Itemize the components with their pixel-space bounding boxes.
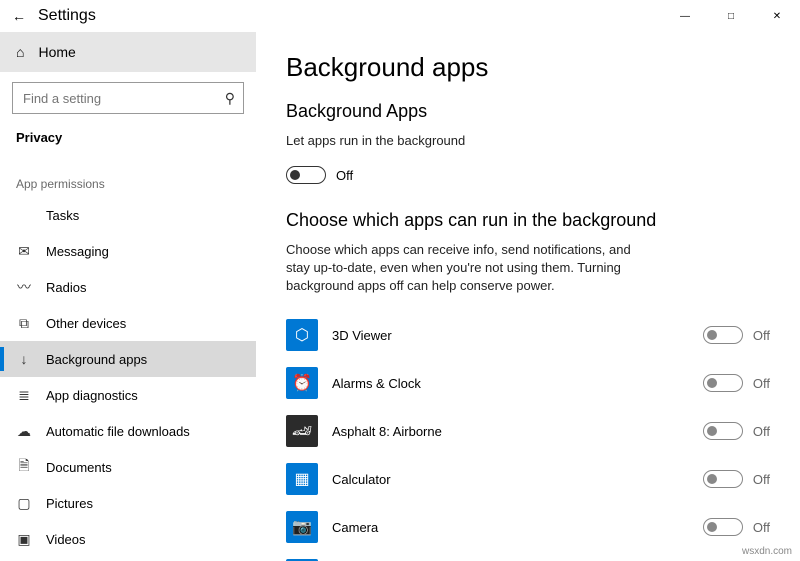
- section1-title: Background Apps: [286, 101, 770, 122]
- sidebar-item-label: App diagnostics: [46, 388, 138, 403]
- nav-icon: ⧉: [16, 315, 32, 332]
- app-name: Asphalt 8: Airborne: [332, 424, 703, 439]
- window-title: Settings: [38, 7, 96, 25]
- sidebar-item-pictures[interactable]: ▢ Pictures: [0, 485, 256, 521]
- app-name: Alarms & Clock: [332, 376, 703, 391]
- sidebar-item-label: Other devices: [46, 316, 126, 331]
- app-name: 3D Viewer: [332, 328, 703, 343]
- maximize-button[interactable]: □: [708, 0, 754, 32]
- app-row: 📷 Camera Off: [286, 503, 770, 551]
- app-toggle-state: Off: [753, 520, 770, 535]
- sidebar-item-background-apps[interactable]: ↓ Background apps: [0, 341, 256, 377]
- app-name: Calculator: [332, 472, 703, 487]
- close-button[interactable]: ✕: [754, 0, 800, 32]
- app-toggle[interactable]: [703, 518, 743, 536]
- global-toggle-state: Off: [336, 168, 353, 183]
- app-row: ▦ Calculator Off: [286, 455, 770, 503]
- sidebar-item-label: Tasks: [46, 208, 79, 223]
- nav-icon: ✉: [16, 243, 32, 260]
- content-pane: Background apps Background Apps Let apps…: [256, 32, 800, 561]
- nav-icon: ≣: [16, 387, 32, 404]
- app-row: ⏰ Alarms & Clock Off: [286, 359, 770, 407]
- app-row: 🏎 Asphalt 8: Airborne Off: [286, 407, 770, 455]
- app-toggle-state: Off: [753, 424, 770, 439]
- titlebar: ← Settings ― □ ✕: [0, 0, 800, 32]
- app-toggle[interactable]: [703, 374, 743, 392]
- global-toggle[interactable]: [286, 166, 326, 184]
- sidebar-item-automatic-file-downloads[interactable]: ☁ Automatic file downloads: [0, 413, 256, 449]
- page-title: Background apps: [286, 52, 770, 83]
- sidebar-item-label: Automatic file downloads: [46, 424, 190, 439]
- nav-icon: 🗎: [16, 455, 32, 479]
- home-label: Home: [38, 44, 75, 60]
- section2-title: Choose which apps can run in the backgro…: [286, 210, 770, 231]
- section2-desc: Choose which apps can receive info, send…: [286, 241, 656, 295]
- nav-icon: ▢: [16, 495, 32, 512]
- sidebar-item-label: Documents: [46, 460, 112, 475]
- minimize-button[interactable]: ―: [662, 0, 708, 32]
- app-icon: 🏎: [286, 415, 318, 447]
- app-toggle-state: Off: [753, 328, 770, 343]
- global-toggle-label: Let apps run in the background: [286, 132, 656, 150]
- watermark: wsxdn.com: [742, 546, 792, 557]
- search-input[interactable]: [21, 90, 201, 107]
- app-row: ⬡ 3D Viewer Off: [286, 311, 770, 359]
- nav-icon: 〰: [16, 277, 32, 297]
- app-icon: 📷: [286, 511, 318, 543]
- sidebar-item-label: Background apps: [46, 352, 147, 367]
- sidebar-item-messaging[interactable]: ✉ Messaging: [0, 233, 256, 269]
- home-icon: ⌂: [16, 44, 24, 60]
- back-arrow-icon[interactable]: ←: [12, 8, 26, 24]
- sidebar-item-app-diagnostics[interactable]: ≣ App diagnostics: [0, 377, 256, 413]
- sidebar-item-label: Videos: [46, 532, 86, 547]
- app-row: ◯CortanaOff: [286, 551, 770, 561]
- sidebar-item-documents[interactable]: 🗎 Documents: [0, 449, 256, 485]
- sidebar-item-videos[interactable]: ▣ Videos: [0, 521, 256, 557]
- app-toggle-state: Off: [753, 376, 770, 391]
- nav-icon: ↓: [16, 351, 32, 367]
- nav-icon: ☁: [16, 423, 32, 440]
- sidebar-item-label: Messaging: [46, 244, 109, 259]
- app-toggle[interactable]: [703, 470, 743, 488]
- app-toggle[interactable]: [703, 326, 743, 344]
- sidebar-category: Privacy: [0, 126, 256, 159]
- sidebar-item-label: Radios: [46, 280, 86, 295]
- app-icon: ▦: [286, 463, 318, 495]
- sidebar: ⌂ Home ⚲ Privacy App permissions Tasks ✉ M…: [0, 32, 256, 561]
- nav-icon: ▣: [16, 531, 32, 548]
- sidebar-item-label: Pictures: [46, 496, 93, 511]
- sidebar-item-radios[interactable]: 〰 Radios: [0, 269, 256, 305]
- app-toggle[interactable]: [703, 422, 743, 440]
- sidebar-home[interactable]: ⌂ Home: [0, 32, 256, 72]
- app-toggle-state: Off: [753, 472, 770, 487]
- sidebar-item-other-devices[interactable]: ⧉ Other devices: [0, 305, 256, 341]
- app-icon: ⬡: [286, 319, 318, 351]
- app-icon: ⏰: [286, 367, 318, 399]
- sidebar-section-header: App permissions: [0, 159, 256, 197]
- sidebar-item-tasks[interactable]: Tasks: [0, 197, 256, 233]
- app-name: Camera: [332, 520, 703, 535]
- search-icon: ⚲: [225, 90, 235, 107]
- search-box[interactable]: ⚲: [12, 82, 244, 114]
